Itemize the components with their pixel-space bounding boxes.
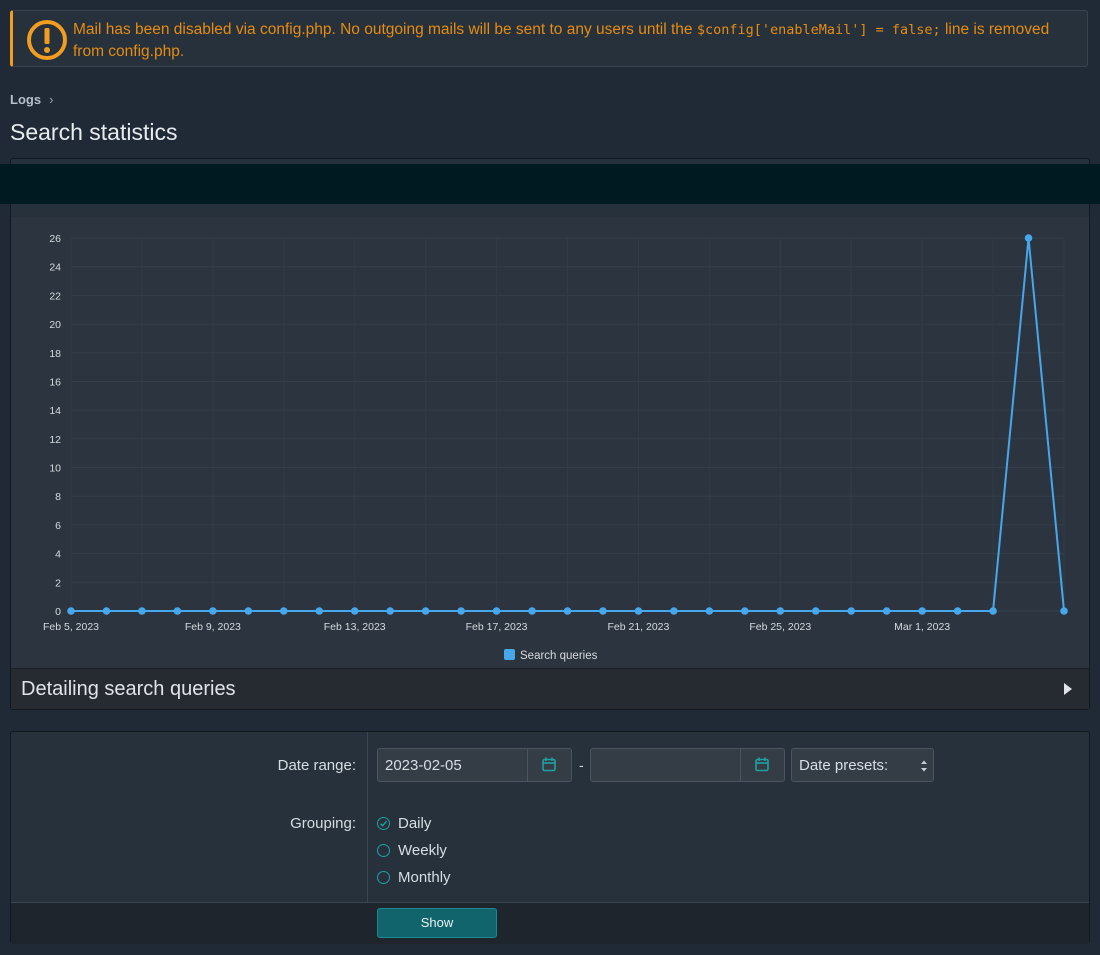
form-divider [367,732,368,902]
grouping-daily-label: Daily [398,815,432,832]
data-point [563,607,572,615]
overlay-band [0,164,1100,204]
calendar-icon [542,757,556,772]
y-tick-label: 10 [49,463,61,475]
data-point [492,607,501,615]
x-tick-label: Feb 5, 2023 [43,621,99,633]
caret-right-icon [1064,683,1072,695]
x-tick-label: Feb 13, 2023 [324,621,386,633]
data-point [173,607,182,615]
date-range-label: Date range: [277,757,356,774]
data-point [315,607,324,615]
notice-code: $config['enableMail'] = false; [696,22,941,38]
select-arrows-icon [921,760,927,772]
grouping-label: Grouping: [290,815,356,832]
end-date-picker-button[interactable] [740,749,784,781]
y-tick-label: 6 [55,520,61,532]
legend-label: Search queries [520,650,598,662]
data-point [953,607,962,615]
grouping-daily-radio[interactable]: Daily [377,815,431,832]
data-point [989,607,997,615]
y-tick-label: 18 [49,348,61,360]
start-date-input[interactable]: 2023-02-05 [377,748,572,782]
y-tick-label: 20 [49,319,61,331]
data-point [386,607,394,615]
end-date-input[interactable] [590,748,785,782]
data-point [811,607,820,615]
form-footer [11,902,1089,944]
y-tick-label: 2 [55,577,61,589]
radio-unchecked-icon [377,844,390,857]
y-tick-label: 22 [49,290,61,302]
y-tick-label: 0 [55,606,61,618]
filter-form: Date range: 2023-02-05 - Date presets: G… [10,731,1090,944]
data-point [67,607,75,615]
data-point [705,607,714,615]
data-point [421,607,430,615]
x-tick-label: Feb 17, 2023 [466,621,528,633]
grouping-monthly-radio[interactable]: Monthly [377,869,451,886]
search-chart: 0 2 4 6 8 10 12 14 16 18 20 22 24 26 Feb 5, 2023 Feb 9,… [11,217,1089,668]
mail-disabled-notice: Mail has been disabled via config.php. N… [10,10,1088,67]
grouping-weekly-radio[interactable]: Weekly [377,842,447,859]
detailing-toggle[interactable]: Detailing search queries [11,668,1089,709]
y-tick-label: 8 [55,491,61,503]
start-date-picker-button[interactable] [527,749,571,781]
notice-text-before: Mail has been disabled via config.php. N… [73,21,697,38]
breadcrumb: Logs › [10,92,53,107]
data-point [776,607,785,615]
data-point [1060,607,1068,615]
data-point [741,607,749,615]
line-chart: 02468101214161820222426Feb 5, 2023 Feb 9,… [43,233,1068,662]
y-tick-label: 14 [49,405,61,417]
data-point [1024,234,1033,242]
x-tick-label: Feb 21, 2023 [607,621,669,633]
notice-text: Mail has been disabled via config.php. N… [73,19,1067,63]
data-point [244,607,253,615]
grouping-weekly-label: Weekly [398,842,447,859]
page-title: Search statistics [10,119,178,145]
x-tick-label: Mar 1, 2023 [894,621,950,633]
y-tick-label: 26 [49,233,61,245]
data-point [882,607,891,615]
calendar-icon [755,757,769,772]
y-tick-label: 16 [49,376,61,388]
y-tick-label: 4 [55,549,61,561]
data-point [634,607,643,615]
chevron-right-icon: › [49,92,54,107]
data-point [102,607,111,615]
data-point [670,607,678,615]
data-point [279,607,288,615]
show-button[interactable]: Show [377,908,497,938]
date-range-dash: - [579,757,584,773]
x-tick-label: Feb 25, 2023 [749,621,811,633]
data-point [599,607,607,615]
data-point [138,607,146,615]
start-date-value: 2023-02-05 [385,757,462,774]
legend-swatch [504,649,515,660]
y-tick-label: 12 [49,434,61,446]
grouping-monthly-label: Monthly [398,869,451,886]
radio-unchecked-icon [377,871,390,884]
data-point [847,607,856,615]
x-tick-label: Feb 9, 2023 [185,621,241,633]
date-presets-select[interactable]: Date presets: [791,748,934,782]
data-point [350,607,359,615]
date-presets-value: Date presets: [799,757,889,774]
y-tick-label: 24 [49,262,61,274]
data-point [457,607,465,615]
warning-icon [27,20,67,60]
radio-checked-icon [377,817,390,830]
detailing-title: Detailing search queries [21,678,236,700]
data-point [918,607,926,615]
breadcrumb-logs-link[interactable]: Logs [10,92,41,107]
data-point [528,607,536,615]
data-point [209,607,217,615]
